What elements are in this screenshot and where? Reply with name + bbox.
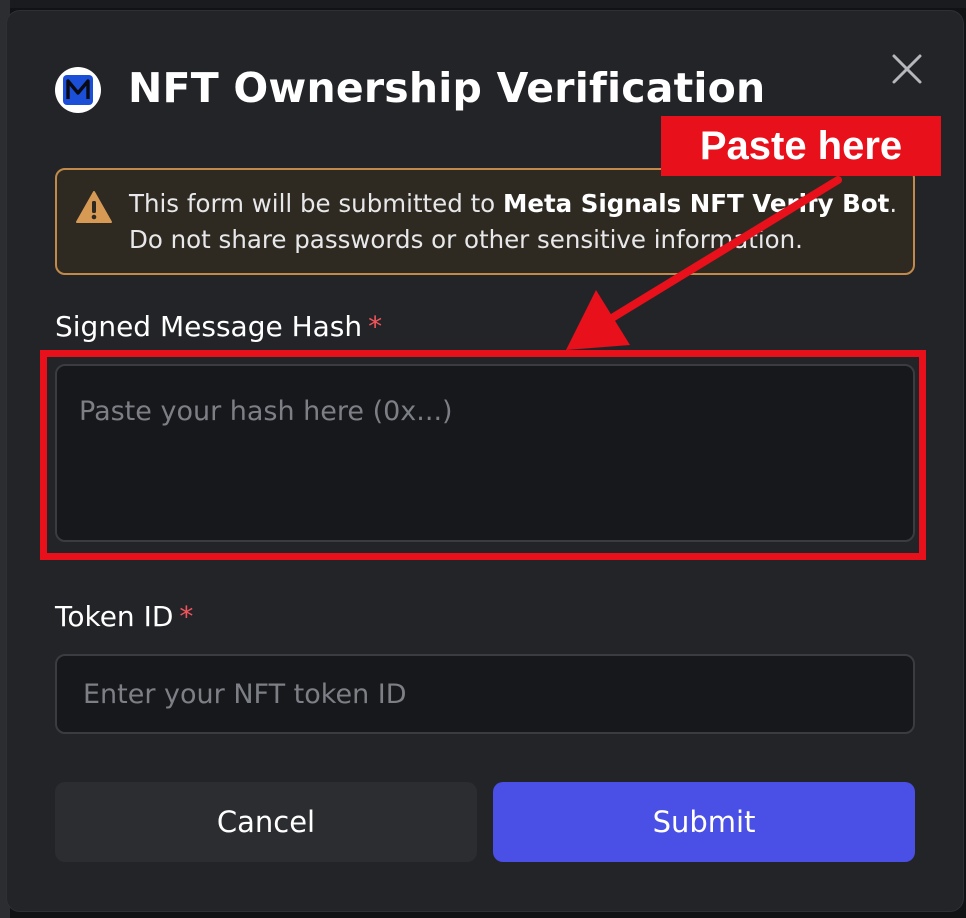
cancel-button[interactable]: Cancel <box>55 782 477 862</box>
annotation-label: Paste here <box>661 116 941 176</box>
required-marker: * <box>368 310 383 343</box>
submit-button[interactable]: Submit <box>493 782 915 862</box>
hash-label: Signed Message Hash * <box>55 310 383 343</box>
backdrop-top-bar <box>0 0 966 8</box>
close-button[interactable] <box>888 50 926 88</box>
required-marker: * <box>179 600 194 633</box>
bot-name: Meta Signals NFT Verify Bot <box>502 189 890 218</box>
notice-text: This form will be submitted to Meta Sign… <box>129 189 898 254</box>
close-icon <box>892 54 922 84</box>
warning-notice: This form will be submitted to Meta Sign… <box>55 168 915 275</box>
modal-title: NFT Ownership Verification <box>128 64 766 112</box>
bot-logo-icon <box>55 67 101 113</box>
token-id-input[interactable] <box>55 654 915 734</box>
warning-icon <box>76 191 112 223</box>
hash-textarea[interactable] <box>55 364 915 542</box>
token-label: Token ID * <box>55 600 194 633</box>
